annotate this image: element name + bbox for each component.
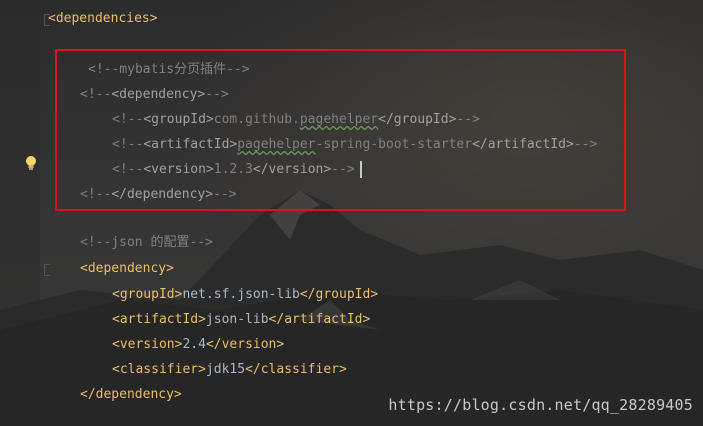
code-token: </version>	[205, 337, 285, 352]
code-token: net.sf.json-lib	[182, 287, 300, 302]
code-token: </groupId>	[299, 287, 379, 302]
code-token: json-lib	[205, 312, 269, 327]
code-token: <!--json 的配置-->	[80, 235, 213, 250]
text-caret	[360, 161, 362, 178]
code-line[interactable]: <dependencies>	[48, 9, 158, 29]
highlight-box	[55, 49, 626, 211]
code-token: <classifier>	[112, 362, 206, 377]
code-token: </artifactId>	[268, 312, 371, 327]
code-token: <dependency>	[80, 261, 174, 276]
watermark: https://blog.csdn.net/qq_28289405	[388, 396, 693, 414]
code-line[interactable]: <!--json 的配置-->	[80, 233, 213, 253]
code-token: 2.4	[182, 337, 206, 352]
code-token: <groupId>	[112, 287, 183, 302]
code-line[interactable]: <groupId>net.sf.json-lib</groupId>	[112, 285, 378, 305]
code-token: <artifactId>	[112, 312, 206, 327]
code-line[interactable]: <dependency>	[80, 259, 174, 279]
code-token: </classifier>	[245, 362, 347, 377]
code-token: <version>	[112, 337, 183, 352]
code-token: <dependencies>	[48, 11, 158, 26]
code-line[interactable]: <classifier>jdk15</classifier>	[112, 360, 347, 380]
code-line[interactable]: <artifactId>json-lib</artifactId>	[112, 310, 370, 330]
code-token: jdk15	[205, 362, 246, 377]
code-line[interactable]: <version>2.4</version>	[112, 335, 284, 355]
code-token: </dependency>	[80, 387, 182, 402]
code-line[interactable]: </dependency>	[80, 385, 182, 405]
